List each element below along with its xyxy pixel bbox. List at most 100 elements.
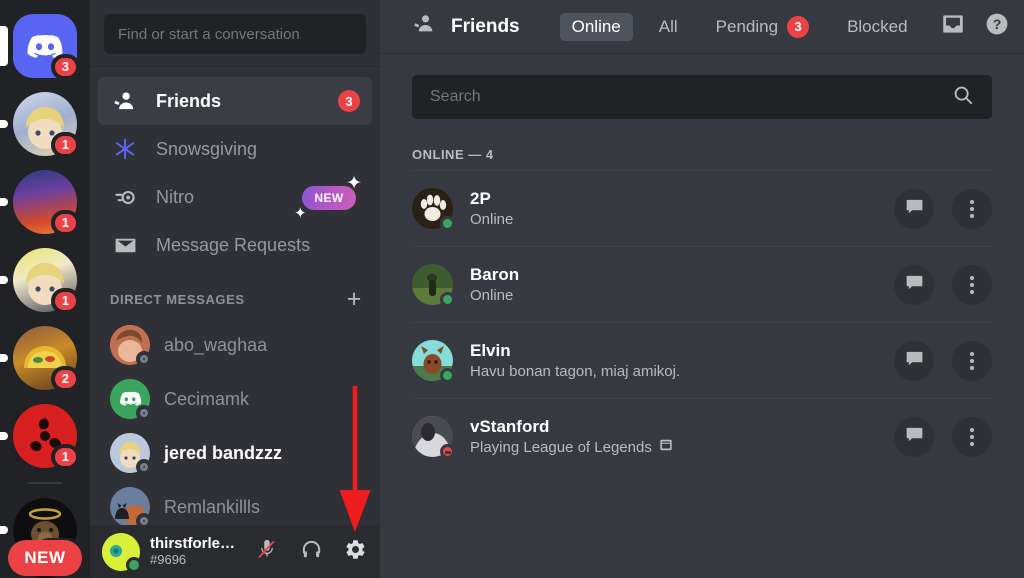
server-unread-pill [0, 26, 8, 66]
user-settings-button[interactable] [338, 535, 372, 569]
more-vertical-icon [970, 427, 974, 446]
sparkle-icon: ✦ [346, 173, 362, 194]
more-button[interactable] [952, 264, 992, 305]
avatar [412, 416, 455, 459]
server-icon-server-angel[interactable]: 1 [0, 92, 80, 158]
friend-name: Baron [470, 264, 520, 284]
search-icon [952, 84, 974, 111]
microphone-muted-icon [256, 538, 278, 565]
server-icon-server-anime[interactable]: 1 [0, 248, 80, 314]
deafen-button[interactable] [294, 535, 328, 569]
top-bar: Friends Online All Pending 3 Blocked ? [380, 0, 1024, 53]
server-icon-discord-home[interactable]: 3 [0, 14, 80, 80]
message-button[interactable] [894, 188, 934, 229]
help-button[interactable]: ? [984, 11, 1010, 42]
find-conversation-placeholder: Find or start a conversation [118, 25, 300, 43]
message-icon [905, 349, 924, 373]
status-badge [136, 351, 152, 367]
main-content: Friends Online All Pending 3 Blocked ? S… [380, 0, 1024, 578]
status-badge [440, 368, 455, 383]
friend-status-text: Online [470, 210, 877, 230]
friend-status-text: Online [470, 286, 877, 306]
server-icon-server-tree[interactable]: 1 [0, 170, 80, 236]
dm-item-jered bandzzz[interactable]: jered bandzzz [98, 426, 372, 480]
headphones-icon [300, 538, 323, 566]
find-conversation-input[interactable]: Find or start a conversation [104, 14, 366, 54]
friend-info: Elvin Havu bonan tagon, miaj amikoj. [470, 340, 877, 382]
add-dm-button[interactable]: + [347, 287, 362, 312]
tab-all[interactable]: All [647, 13, 690, 41]
sidebar-search-area: Find or start a conversation [90, 0, 380, 67]
server-unread-pill [0, 120, 8, 128]
channel-sidebar: Find or start a conversation Friends 3 Sno… [90, 0, 380, 578]
friend-name: Elvin [470, 340, 511, 360]
avatar [110, 433, 152, 475]
sidebar-item-friends[interactable]: Friends 3 [98, 77, 372, 125]
message-button[interactable] [894, 340, 934, 381]
message-icon [905, 273, 924, 297]
friend-row[interactable]: vStanford Playing League of Legends [412, 398, 992, 474]
status-badge [136, 405, 152, 421]
page-title: Friends [412, 11, 520, 42]
direct-messages-label: DIRECT MESSAGES [110, 292, 245, 307]
server-badge-count: 3 [50, 54, 80, 80]
message-button[interactable] [894, 264, 934, 305]
server-rail[interactable]: 311121438MONSTERAPE CLUB575NEW [0, 0, 90, 578]
tab-online[interactable]: Online [559, 12, 633, 41]
dm-list: abo_waghaa Cecimamk jered bandzzz Remlankil… [90, 318, 380, 525]
dm-item-Remlankillls[interactable]: Remlankillls [98, 480, 372, 525]
search-input[interactable]: Search [412, 75, 992, 119]
dm-item-label: abo_waghaa [164, 334, 268, 355]
sidebar-item-snowsgiving[interactable]: Snowsgiving [98, 125, 372, 173]
message-icon [905, 197, 924, 221]
sidebar-item-nitro[interactable]: Nitro NEW ✦ ✦ [98, 173, 372, 221]
server-unread-pill [0, 198, 8, 206]
rail-separator [28, 482, 62, 484]
server-icon-server-sharingan[interactable]: 1 [0, 404, 80, 470]
message-button[interactable] [894, 416, 934, 457]
tab-label: All [658, 16, 678, 36]
status-badge [440, 216, 455, 231]
nitro-icon [110, 185, 140, 210]
dm-item-label: Remlankillls [164, 496, 261, 517]
inbox-icon [940, 11, 966, 42]
friend-row[interactable]: Elvin Havu bonan tagon, miaj amikoj. [412, 322, 992, 398]
friend-info: Baron Online [470, 264, 877, 306]
sidebar-item-label: Nitro [156, 186, 195, 207]
status-badge [136, 513, 152, 525]
more-button[interactable] [952, 416, 992, 457]
more-vertical-icon [970, 275, 974, 294]
topbar-actions: ? [920, 11, 1010, 42]
server-badge-count: 1 [50, 132, 80, 158]
avatar[interactable] [102, 532, 142, 573]
gear-icon [344, 538, 367, 566]
inbox-button[interactable] [940, 11, 966, 42]
friend-status-text: Havu bonan tagon, miaj amikoj. [470, 362, 877, 382]
friend-name: vStanford [470, 416, 550, 436]
friend-row-actions [894, 188, 992, 229]
sidebar-item-message-requests[interactable]: Message Requests [98, 221, 372, 269]
server-unread-pill [0, 526, 8, 534]
server-badge-count: 1 [50, 210, 80, 236]
online-section-header: ONLINE — 4 [412, 147, 494, 162]
more-button[interactable] [952, 188, 992, 229]
friend-status-label: Online [470, 286, 514, 304]
dm-item-abo_waghaa[interactable]: abo_waghaa [98, 318, 372, 372]
tab-pending[interactable]: Pending 3 [704, 12, 821, 42]
friends-icon [412, 11, 437, 42]
friend-status-label: Playing League of Legends [470, 438, 652, 456]
avatar [412, 188, 455, 231]
server-badge-count: 1 [50, 288, 80, 314]
tab-count: 3 [787, 15, 810, 38]
more-button[interactable] [952, 340, 992, 381]
friend-name: 2P [470, 188, 491, 208]
friend-row[interactable]: Baron Online [412, 246, 992, 322]
rail-new-badge[interactable]: NEW [8, 540, 82, 576]
server-icon-server-taco[interactable]: 2 [0, 326, 80, 392]
user-identity[interactable]: thirstforle… #9696 [150, 535, 240, 567]
dm-item-Cecimamk[interactable]: Cecimamk [98, 372, 372, 426]
search-placeholder: Search [430, 88, 481, 105]
tab-blocked[interactable]: Blocked [835, 13, 919, 41]
mic-muted-button[interactable] [250, 535, 284, 569]
friend-row[interactable]: 2P Online [412, 170, 992, 246]
